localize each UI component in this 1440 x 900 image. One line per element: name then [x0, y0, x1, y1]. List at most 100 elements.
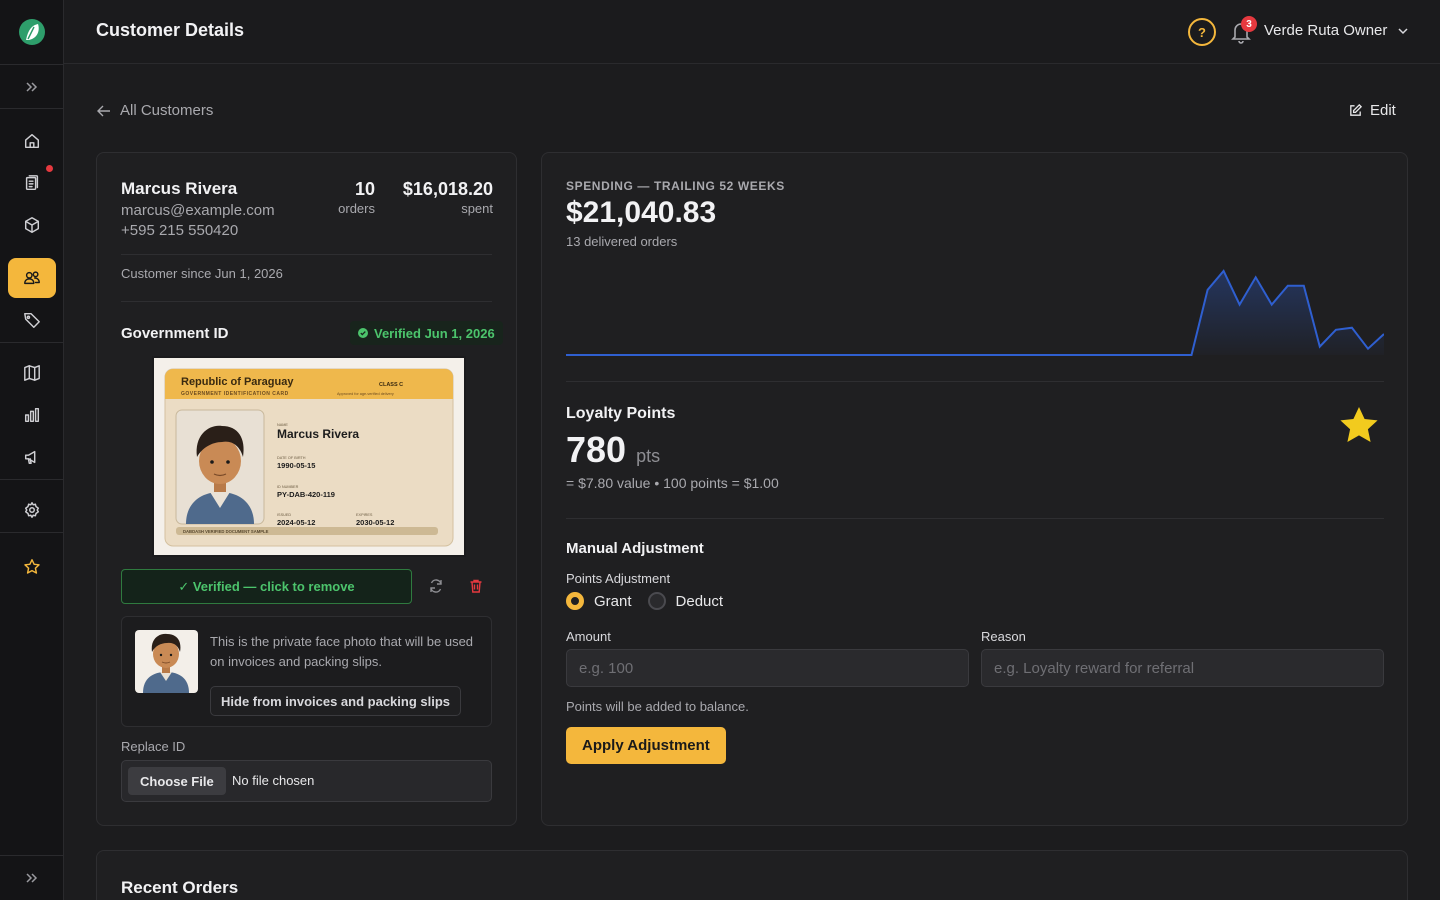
amount-field[interactable]	[566, 649, 969, 687]
arrow-left-icon	[97, 105, 110, 116]
id-dob-label: DATE OF BIRTH	[277, 456, 306, 460]
id-footer: DABDASH VERIFIED DOCUMENT SAMPLE	[183, 529, 269, 534]
government-id-image[interactable]: Republic of Paraguay GOVERNMENT IDENTIFI…	[152, 356, 466, 557]
nav-favorites[interactable]	[8, 547, 56, 587]
choose-file-button[interactable]: Choose File	[128, 767, 226, 795]
catalog-icon	[24, 365, 40, 381]
nav-catalog[interactable]	[8, 353, 56, 393]
tags-icon	[24, 312, 40, 328]
chevron-down-icon	[1398, 27, 1408, 34]
recent-orders-title: Recent Orders	[121, 878, 239, 897]
nav-divider	[0, 342, 64, 343]
hide-from-invoices-button[interactable]: Hide from invoices and packing slips	[210, 686, 462, 716]
star-icon	[1340, 407, 1378, 442]
nav-products[interactable]	[8, 205, 56, 245]
trash-icon	[470, 579, 482, 593]
face-photo-thumbnail	[135, 630, 198, 693]
recent-orders-card: Recent Orders	[96, 850, 1408, 900]
edit-label: Edit	[1370, 102, 1396, 119]
id-class: CLASS C	[379, 382, 403, 388]
id-country: Republic of Paraguay	[181, 376, 294, 388]
customer-name: Marcus Rivera	[121, 179, 238, 198]
nav-marketing[interactable]	[8, 437, 56, 477]
amount-label: Amount	[566, 629, 611, 644]
reason-input[interactable]	[982, 650, 1383, 686]
user-menu[interactable]: Verde Ruta Owner	[1264, 22, 1409, 39]
refresh-button[interactable]	[424, 574, 448, 598]
face-portrait	[143, 633, 189, 693]
customer-email: marcus@example.com	[121, 202, 275, 219]
id-card-illustration: Republic of Paraguay GOVERNMENT IDENTIFI…	[154, 358, 464, 555]
id-card-type: GOVERNMENT IDENTIFICATION CARD	[181, 391, 289, 397]
customer-card: Marcus Rivera marcus@example.com +595 21…	[96, 152, 517, 826]
deduct-radio[interactable]: Deduct	[647, 592, 724, 610]
customers-icon	[24, 271, 40, 285]
back-to-customers-link[interactable]: All Customers	[96, 102, 213, 119]
megaphone-icon	[24, 450, 36, 465]
app-logo[interactable]	[16, 16, 48, 48]
gear-icon	[24, 502, 40, 518]
spent-amount: $16,018.20	[402, 179, 493, 199]
id-expires-label: EXPIRES	[356, 513, 373, 517]
id-expires: 2030-05-12	[356, 518, 394, 527]
nav-tags[interactable]	[8, 300, 56, 340]
grant-radio[interactable]: Grant	[566, 592, 632, 610]
manual-adjustment-title: Manual Adjustment	[566, 540, 704, 557]
notification-badge: 3	[1241, 16, 1257, 32]
orders-notification-dot	[46, 165, 53, 172]
id-name: Marcus Rivera	[277, 427, 359, 441]
adjustment-type-radios: Grant Deduct	[566, 592, 723, 610]
page-title: Customer Details	[96, 20, 245, 40]
spent-label: spent	[461, 201, 493, 216]
nav-analytics[interactable]	[8, 395, 56, 435]
radio-unselected-icon	[647, 592, 666, 610]
products-icon	[24, 217, 40, 233]
id-number: PY-DAB-420-119	[277, 490, 335, 499]
deduct-label: Deduct	[675, 592, 724, 610]
grant-label: Grant	[594, 592, 632, 610]
divider	[566, 518, 1384, 519]
edit-button[interactable]: Edit	[1348, 102, 1396, 119]
reason-field[interactable]	[981, 649, 1384, 687]
chevrons-right-icon	[26, 873, 38, 883]
id-issued: 2024-05-12	[277, 518, 315, 527]
face-photo-panel: This is the private face photo that will…	[121, 616, 492, 727]
refresh-icon	[430, 579, 442, 593]
amount-input[interactable]	[567, 650, 968, 686]
replace-id-label: Replace ID	[121, 739, 186, 754]
nav-home[interactable]	[8, 121, 56, 161]
apply-adjustment-button[interactable]: Apply Adjustment	[566, 727, 726, 764]
spending-sparkline	[566, 269, 1384, 356]
verified-badge: Verified Jun 1, 2026	[350, 321, 503, 345]
nav-customers[interactable]	[8, 258, 56, 298]
customer-phone: +595 215 550420	[121, 222, 239, 239]
nav-settings[interactable]	[8, 490, 56, 530]
spending-label: SPENDING — TRAILING 52 WEEKS	[566, 179, 785, 193]
orders-stat: 10 orders	[317, 179, 375, 216]
loyalty-points-unit: pts	[636, 446, 661, 466]
analytics-icon	[24, 407, 40, 423]
verified-remove-button[interactable]: ✓ Verified — click to remove	[121, 569, 412, 604]
star-icon	[24, 559, 40, 574]
help-icon: ?	[1198, 24, 1206, 40]
spending-loyalty-card: SPENDING — TRAILING 52 WEEKS $21,040.83 …	[541, 152, 1408, 826]
divider	[121, 254, 492, 255]
loyalty-points: 780 pts	[566, 429, 660, 471]
loyalty-value-info: = $7.80 value • 100 points = $1.00	[566, 475, 779, 491]
id-approval: Approved for age-verified delivery	[337, 392, 394, 396]
replace-id-file-input[interactable]: Choose File No file chosen	[121, 760, 492, 802]
divider	[121, 301, 492, 302]
verified-badge-text: Verified Jun 1, 2026	[374, 325, 495, 341]
reason-label: Reason	[981, 629, 1026, 644]
sidebar-expand-button[interactable]	[0, 64, 64, 109]
sparkline-area	[566, 271, 1384, 355]
chevrons-right-icon	[26, 81, 38, 92]
points-adjustment-label: Points Adjustment	[566, 571, 671, 586]
sidebar-collapse-button[interactable]	[0, 855, 64, 900]
spending-total: $21,040.83	[566, 196, 717, 229]
delete-id-button[interactable]	[464, 574, 488, 598]
back-label: All Customers	[120, 102, 214, 119]
help-button[interactable]: ?	[1188, 18, 1216, 46]
nav-divider	[0, 479, 64, 480]
home-icon	[24, 133, 40, 149]
